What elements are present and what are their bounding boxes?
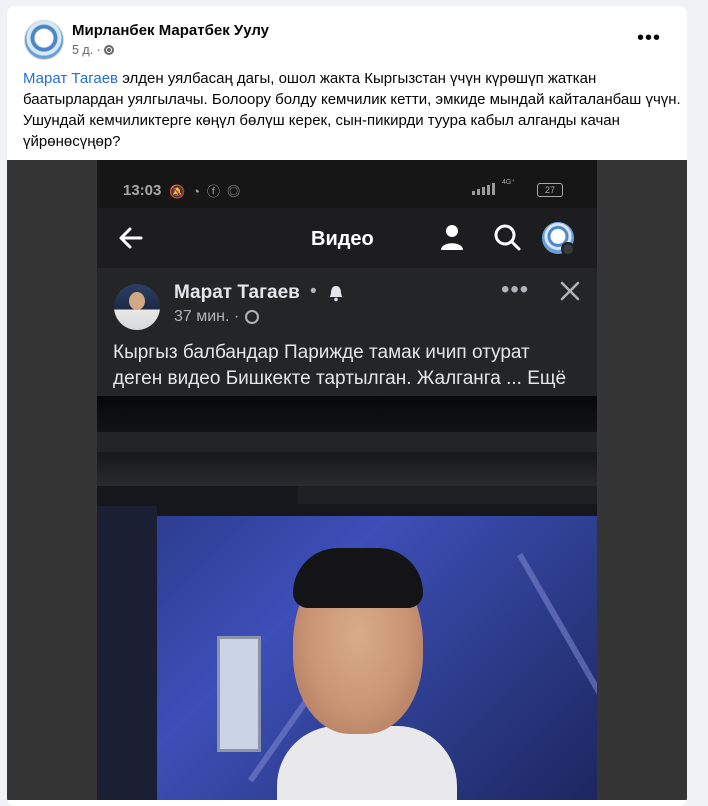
phone-status-bar: 13:03 🔕◔ⓕ◎ 4G⁺ 27 bbox=[97, 160, 597, 208]
status-notification-icons: 🔕◔ⓕ◎ bbox=[169, 181, 247, 200]
shared-post-more-icon: ••• bbox=[501, 276, 530, 303]
shared-post-meta: 37 мин. · bbox=[174, 308, 260, 326]
instagram-icon: ◎ bbox=[227, 184, 248, 199]
shared-post-author: Марат Тагаев bbox=[174, 282, 300, 303]
network-type-icon: 4G⁺ bbox=[502, 179, 516, 186]
video-frame bbox=[97, 396, 597, 800]
shared-post-avatar bbox=[114, 284, 160, 330]
post-more-options-button[interactable]: ••• bbox=[637, 28, 661, 48]
post-card: Мирланбек Маратбек Уулу 5 д. · ••• Марат… bbox=[7, 6, 687, 806]
video-left-wall bbox=[97, 506, 157, 800]
post-time[interactable]: 5 д. · bbox=[72, 43, 101, 57]
post-image[interactable]: 13:03 🔕◔ⓕ◎ 4G⁺ 27 Видео Марат Тагаев • 3… bbox=[7, 160, 687, 800]
public-globe-icon bbox=[103, 45, 114, 55]
author-avatar[interactable] bbox=[24, 20, 64, 60]
facebook-icon: ⓕ bbox=[207, 184, 228, 199]
mute-bell-icon: 🔕 bbox=[169, 184, 193, 199]
mention-link[interactable]: Марат Тагаев bbox=[23, 70, 118, 87]
globe-icon bbox=[245, 310, 260, 324]
video-ceiling-beam bbox=[97, 432, 597, 452]
battery-icon: 27 bbox=[537, 183, 563, 197]
post-meta: 5 д. · bbox=[72, 43, 114, 57]
video-ceiling-beam-lower bbox=[297, 486, 597, 504]
video-wall-panel bbox=[217, 636, 261, 752]
shared-post-text: Кыргыз балбандар Парижде тамак ичип отур… bbox=[113, 342, 567, 389]
bell-icon bbox=[330, 286, 342, 302]
whatsapp-icon: ◔ bbox=[192, 184, 208, 199]
chevron-down-icon[interactable] bbox=[561, 242, 575, 256]
video-nav-bar: Видео bbox=[97, 208, 597, 268]
signal-icon bbox=[472, 183, 495, 195]
profile-icon[interactable] bbox=[437, 222, 467, 252]
video-person-shirt bbox=[277, 726, 457, 800]
phone-screenshot: 13:03 🔕◔ⓕ◎ 4G⁺ 27 Видео Марат Тагаев • 3… bbox=[97, 160, 597, 800]
video-person-hair bbox=[293, 548, 423, 608]
shared-post-time: 37 мин. · bbox=[174, 308, 240, 325]
back-arrow-icon[interactable] bbox=[117, 224, 145, 252]
post-text: Марат Тагаев элден уялбасаң дагы, ошол ж… bbox=[23, 68, 683, 152]
shared-post: Марат Тагаев • 37 мин. · ••• Кыргыз балб… bbox=[97, 268, 597, 800]
video-nav-title: Видео bbox=[311, 228, 374, 250]
post-text-body: элден уялбасаң дагы, ошол жакта Кыргызст… bbox=[23, 70, 681, 150]
close-icon bbox=[560, 281, 580, 301]
status-time: 13:03 bbox=[123, 182, 162, 199]
author-name[interactable]: Мирланбек Маратбек Уулу bbox=[72, 22, 269, 39]
search-icon[interactable] bbox=[492, 222, 522, 252]
separator-dot: • bbox=[310, 281, 317, 302]
